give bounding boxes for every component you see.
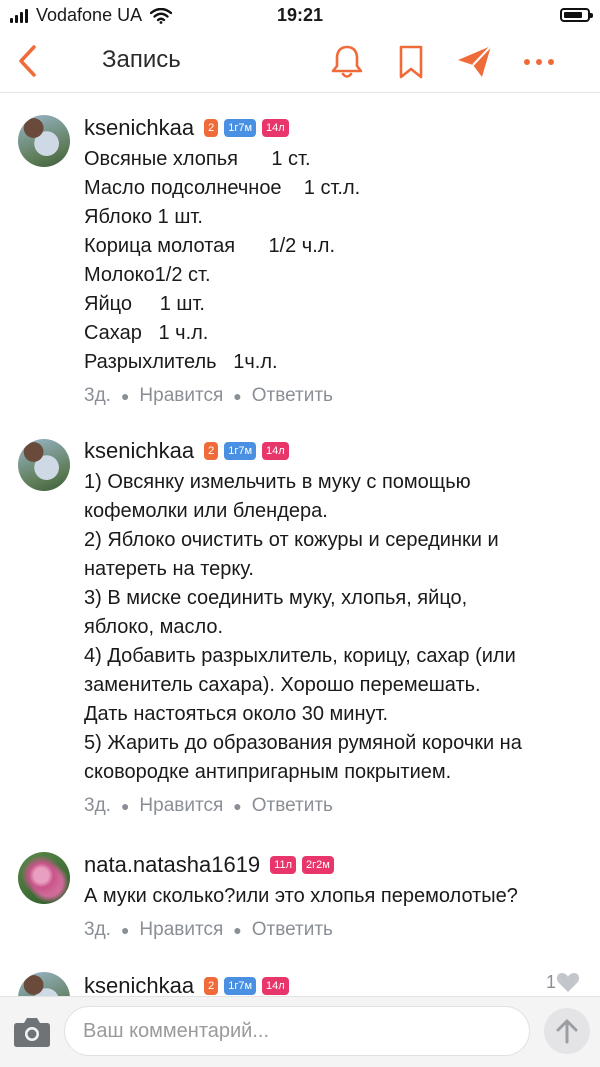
- separator-dot: ●: [233, 798, 242, 814]
- separator-dot: ●: [233, 922, 242, 938]
- send-comment-button[interactable]: [544, 1008, 590, 1054]
- camera-icon: [14, 1018, 50, 1047]
- avatar[interactable]: [18, 439, 70, 491]
- comment-input[interactable]: [64, 1006, 530, 1056]
- comment-meta: 3д. ● Нравится ● Ответить: [84, 919, 586, 941]
- status-bar: Vodafone UA 19:21: [0, 0, 600, 32]
- badge-age: 14л: [262, 977, 289, 995]
- reply-button[interactable]: Ответить: [252, 385, 333, 407]
- author-row: ksenichkaa 2 1г7м 14л: [84, 113, 586, 143]
- author-name[interactable]: nata.natasha1619: [84, 852, 260, 878]
- comment-composer: [0, 996, 600, 1067]
- status-time: 19:21: [276, 5, 324, 25]
- comment-time: 3д.: [84, 385, 111, 406]
- author-name[interactable]: ksenichkaa: [84, 115, 194, 141]
- avatar[interactable]: [18, 972, 70, 996]
- separator-dot: ●: [120, 798, 130, 814]
- bookmark-button[interactable]: [391, 42, 431, 82]
- badge-level: 2: [204, 442, 219, 460]
- badge-duration: 1г7м: [224, 119, 257, 137]
- badge-level: 2: [204, 977, 219, 995]
- reply-button[interactable]: Ответить: [252, 919, 333, 941]
- author-name[interactable]: ksenichkaa: [84, 438, 194, 464]
- page-title: Запись: [102, 46, 181, 73]
- badge-age: 11л: [270, 856, 297, 874]
- more-button[interactable]: [519, 42, 559, 82]
- like-button[interactable]: Нравится: [139, 919, 223, 941]
- arrow-up-icon: [556, 1019, 578, 1044]
- badge-age: 14л: [262, 119, 289, 137]
- separator-dot: ●: [120, 388, 130, 404]
- badge-duration: 1г7м: [224, 442, 257, 460]
- share-button[interactable]: [455, 42, 495, 82]
- like-button[interactable]: Нравится: [139, 795, 223, 817]
- battery-fill: [564, 12, 583, 18]
- separator-dot: ●: [120, 922, 130, 938]
- camera-button[interactable]: [12, 1014, 52, 1050]
- battery-icon: [560, 8, 593, 22]
- reply-button[interactable]: Ответить: [252, 795, 333, 817]
- like-button[interactable]: Нравится: [139, 385, 223, 407]
- comment-time: 3д.: [84, 919, 111, 940]
- back-button[interactable]: [14, 44, 44, 78]
- comment-text: 1) Овсянку измельчить в муку с помощью к…: [84, 471, 522, 783]
- bell-icon: [331, 45, 363, 78]
- separator-dot: ●: [233, 388, 242, 404]
- comment-meta: 3д. ● Нравится ● Ответить: [84, 795, 586, 817]
- comment-text: Овсяные хлопья 1 ст. Масло подсолнечное …: [84, 148, 361, 373]
- author-row: ksenichkaa 2 1г7м 14л: [84, 971, 586, 996]
- author-row: nata.natasha1619 11л 2г2м: [84, 850, 586, 880]
- comment-text: А муки сколько?или это хлопья перемолоты…: [84, 885, 518, 907]
- badge-duration: 2г2м: [302, 856, 334, 874]
- badge-level: 2: [204, 119, 219, 137]
- author-row: ksenichkaa 2 1г7м 14л: [84, 436, 586, 466]
- author-name[interactable]: ksenichkaa: [84, 973, 194, 996]
- comments-feed[interactable]: ksenichkaa 2 1г7м 14л Овсяные хлопья 1 с…: [0, 93, 600, 996]
- avatar[interactable]: [18, 115, 70, 167]
- more-icon: [524, 59, 554, 65]
- bookmark-icon: [399, 45, 423, 79]
- send-icon: [458, 45, 492, 77]
- comment-meta: 3д. ● Нравится ● Ответить: [84, 385, 586, 407]
- badge-age: 14л: [262, 442, 289, 460]
- badge-duration: 1г7м: [224, 977, 257, 995]
- chevron-left-icon: [19, 45, 36, 77]
- avatar[interactable]: [18, 852, 70, 904]
- comment-time: 3д.: [84, 795, 111, 816]
- nav-bar: Запись: [0, 32, 600, 93]
- notifications-button[interactable]: [327, 42, 367, 82]
